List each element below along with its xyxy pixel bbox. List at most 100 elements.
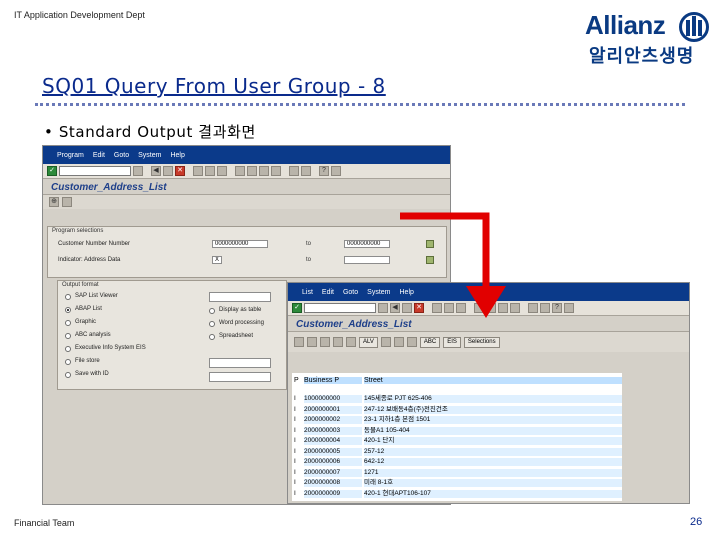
exit-icon[interactable] <box>163 166 173 176</box>
print-icon[interactable] <box>193 166 203 176</box>
word-icon[interactable] <box>393 337 404 347</box>
find-next-icon[interactable] <box>217 166 227 176</box>
slide-title: SQ01 Query From User Group - 8 <box>42 74 386 98</box>
eis-button[interactable]: EIS <box>443 336 461 348</box>
refresh-icon[interactable] <box>307 337 317 347</box>
shortcut-icon[interactable] <box>540 303 550 313</box>
sap-menu-bar: Program Edit Goto System Help <box>43 146 450 164</box>
save-icon[interactable] <box>133 166 143 176</box>
last-page-icon[interactable] <box>271 166 281 176</box>
menu-program[interactable]: Program <box>57 152 84 159</box>
table-row[interactable]: I 1000000000 145세종로 PJT 625-406 <box>292 395 622 403</box>
command-field[interactable] <box>59 166 131 176</box>
table-cell: 2000000002 <box>304 416 362 424</box>
table-icon[interactable] <box>346 337 356 347</box>
table-row[interactable]: I 2000000001 247-12 보배동4층(주)전진건조 <box>292 405 622 414</box>
table-cell: I <box>294 395 296 402</box>
table-cell: I <box>294 405 296 413</box>
abc-button[interactable]: ABC <box>419 336 441 348</box>
last-page-icon[interactable] <box>510 303 520 313</box>
table-row[interactable]: I 2000000007 1271 <box>292 468 622 477</box>
magnifier-icon[interactable] <box>294 337 304 347</box>
output-radio[interactable] <box>65 307 71 313</box>
layout-icon[interactable] <box>564 303 574 313</box>
menu-system[interactable]: System <box>367 289 390 296</box>
output-radio[interactable] <box>65 372 71 378</box>
filter-icon[interactable] <box>333 337 343 347</box>
table-row[interactable]: I 2000000004 420-1 단지 <box>292 437 622 445</box>
output-radio[interactable] <box>209 321 215 327</box>
menu-edit[interactable]: Edit <box>93 152 105 159</box>
output-field-b[interactable] <box>209 358 271 368</box>
address-to-field[interactable] <box>344 256 390 264</box>
execute-icon[interactable]: ⊕ <box>49 197 59 207</box>
first-page-icon[interactable] <box>235 166 245 176</box>
table-row[interactable]: I 2000000002 23-1 지하1층 본점 1501 <box>292 416 622 424</box>
back-icon[interactable]: ◀ <box>390 303 400 313</box>
graphic-icon[interactable] <box>380 337 391 347</box>
menu-edit[interactable]: Edit <box>322 289 334 296</box>
table-cell: 23-1 지하1층 본점 1501 <box>364 416 622 424</box>
shortcut-icon[interactable] <box>301 166 311 176</box>
menu-goto[interactable]: Goto <box>114 152 129 159</box>
help-icon[interactable]: ? <box>319 166 329 176</box>
table-cell: I <box>294 416 296 423</box>
save-icon[interactable] <box>378 303 388 313</box>
output-radio[interactable] <box>65 294 71 300</box>
menu-list[interactable]: List <box>302 289 313 296</box>
output-radio[interactable] <box>209 334 215 340</box>
output-radio[interactable] <box>65 359 71 365</box>
menu-help[interactable]: Help <box>170 152 184 159</box>
customer-from-field[interactable]: 0000000000 <box>212 240 268 248</box>
output-option-label: ABAP List <box>75 306 102 312</box>
output-field-c[interactable] <box>209 372 271 382</box>
next-page-icon[interactable] <box>259 166 269 176</box>
table-row[interactable]: I 2000000006 642-12 <box>292 458 622 466</box>
output-option-label: SAP List Viewer <box>75 293 118 299</box>
output-option-label: Graphic <box>75 319 97 325</box>
alv-button[interactable]: ALV <box>359 336 378 348</box>
output-radio[interactable] <box>65 333 71 339</box>
program-selections-group: Program selections Customer Number Numbe… <box>47 226 447 278</box>
bullet-text: • Standard Output 결과화면 <box>44 123 256 141</box>
table-cell: 2000000006 <box>304 458 362 466</box>
address-indicator-field[interactable]: X <box>212 256 222 264</box>
program-selections-header: Program selections <box>52 228 104 234</box>
table-row[interactable]: I 2000000009 420-1 현대APT106-107 <box>292 489 622 498</box>
menu-goto[interactable]: Goto <box>343 289 358 296</box>
excel-icon[interactable] <box>406 337 417 347</box>
output-option-label: Word processing <box>219 320 264 326</box>
table-row[interactable]: I 2000000003 동물A1 105-404 <box>292 426 622 435</box>
table-row[interactable]: I 2000000005 257-12 <box>292 447 622 456</box>
department-label: IT Application Development Dept <box>14 10 145 20</box>
output-option-label: Display as table <box>219 307 262 313</box>
enter-icon[interactable]: ✓ <box>292 303 302 313</box>
back-icon[interactable]: ◀ <box>151 166 161 176</box>
customer-to-field[interactable]: 0000000000 <box>344 240 390 248</box>
command-field[interactable] <box>304 303 376 313</box>
variant-icon[interactable] <box>62 197 72 207</box>
output-option-label: File store <box>75 358 100 364</box>
output-radio[interactable] <box>65 320 71 326</box>
logo-wordmark: Allianz <box>585 10 666 40</box>
menu-system[interactable]: System <box>138 152 161 159</box>
enter-icon[interactable]: ✓ <box>47 166 57 176</box>
prev-page-icon[interactable] <box>247 166 257 176</box>
new-session-icon[interactable] <box>289 166 299 176</box>
application-toolbar: ALV ABC EIS Selections <box>288 332 689 352</box>
sort-icon[interactable] <box>320 337 330 347</box>
help-icon[interactable]: ? <box>552 303 562 313</box>
new-session-icon[interactable] <box>528 303 538 313</box>
output-field-a[interactable] <box>209 292 271 302</box>
find-icon[interactable] <box>205 166 215 176</box>
output-radio[interactable] <box>65 346 71 352</box>
cancel-icon[interactable]: ✕ <box>175 166 185 176</box>
table-cell: I <box>294 458 296 465</box>
selections-button[interactable]: Selections <box>463 336 500 348</box>
table-cell: 257-12 <box>364 447 622 456</box>
allianz-logo: Allianz 알리안츠생명 <box>585 8 710 67</box>
table-row[interactable]: I 2000000008 미래 8-1호 <box>292 479 622 487</box>
output-radio[interactable] <box>209 308 215 314</box>
table-cell: 2000000004 <box>304 437 362 445</box>
layout-icon[interactable] <box>331 166 341 176</box>
